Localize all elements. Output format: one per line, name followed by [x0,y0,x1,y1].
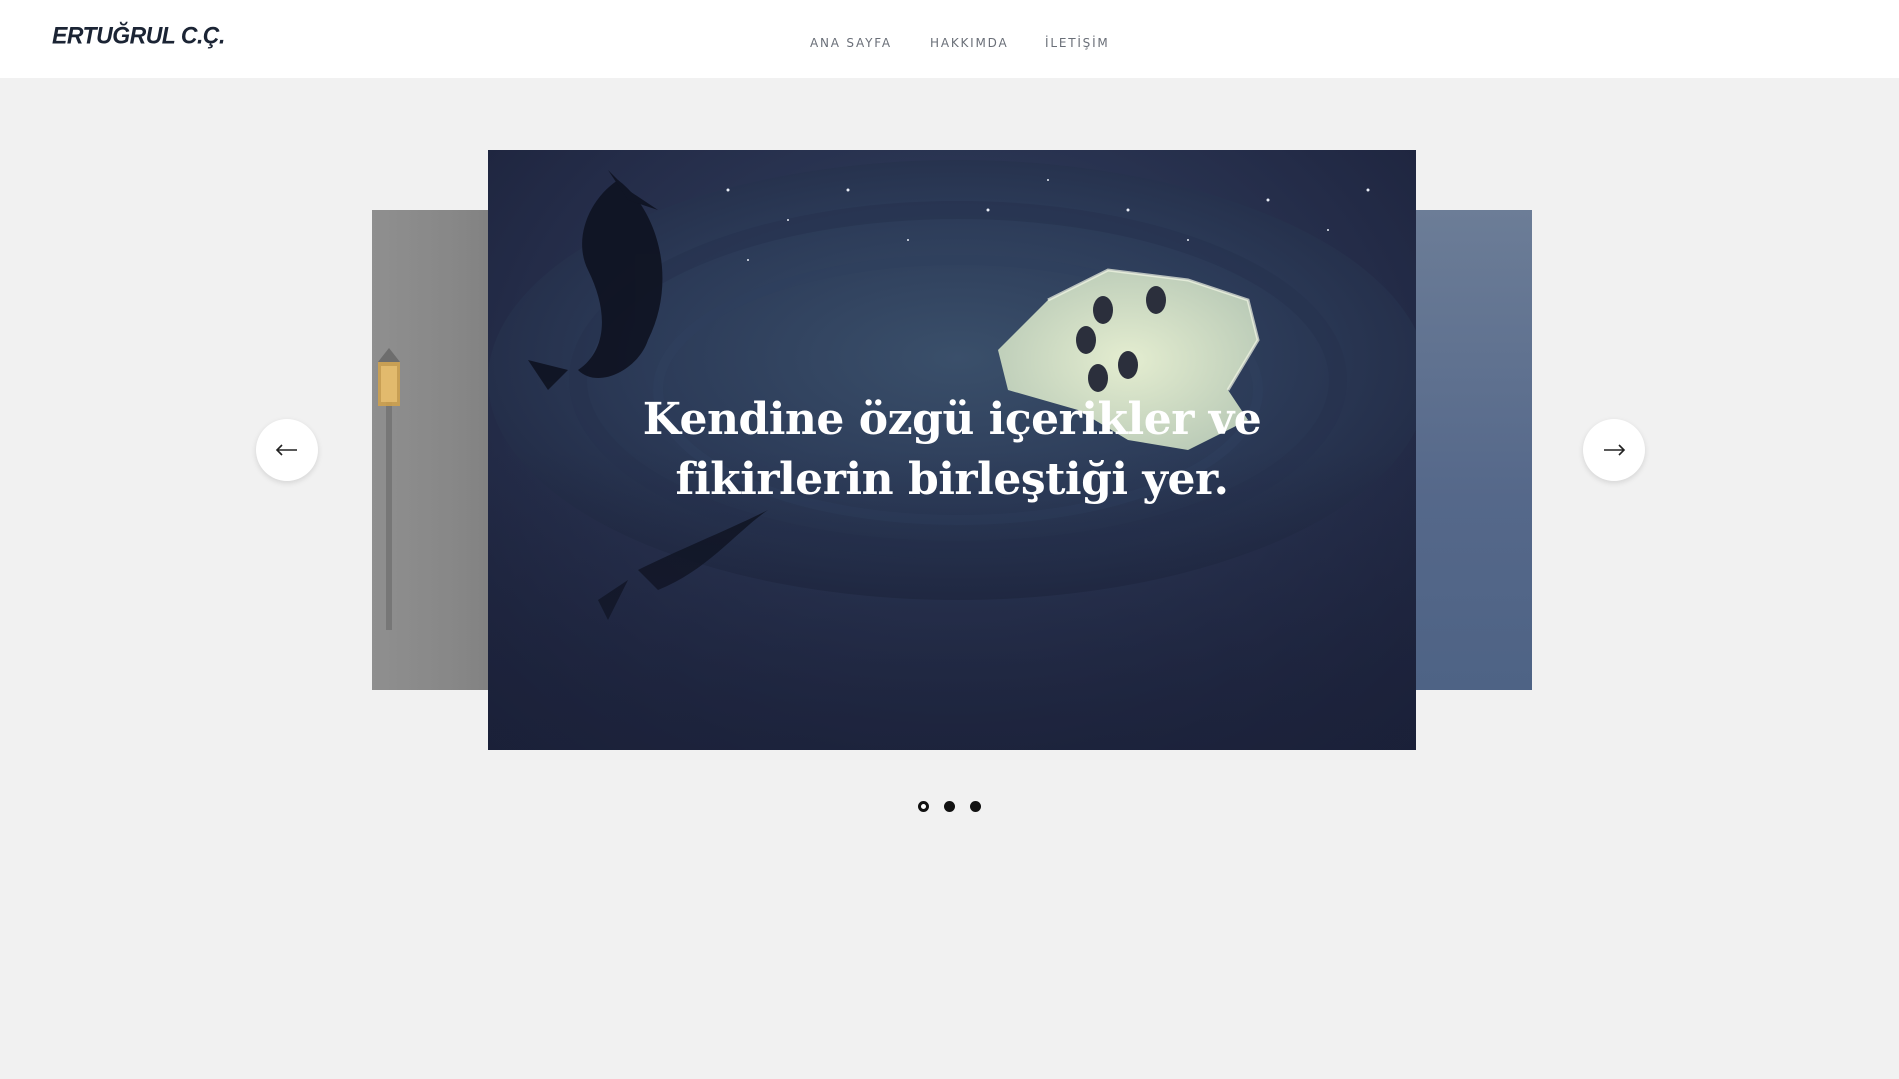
pagination-dot-2[interactable] [944,801,955,812]
hero-headline: Kendine özgü içerikler ve fikirlerin bir… [488,390,1416,510]
arrow-right-icon [1604,444,1626,456]
nav-link-about[interactable]: HAKKIMDA [930,36,1009,50]
prev-slide-button[interactable] [256,419,318,481]
site-header: ERTUĞRUL C.Ç. ANA SAYFA HAKKIMDA İLETİŞİ… [0,0,1899,78]
street-lamp-illustration [378,348,400,630]
pagination-dot-1[interactable] [918,801,929,812]
hero-headline-line-1: Kendine özgü içerikler ve [642,394,1262,445]
slide-active[interactable]: Kendine özgü içerikler ve fikirlerin bir… [488,150,1416,750]
nav-link-contact[interactable]: İLETİŞİM [1045,36,1110,50]
next-slide-button[interactable] [1583,419,1645,481]
hero-headline-line-2: fikirlerin birleştiği yer. [675,454,1229,505]
arrow-left-icon [275,444,297,456]
slider-pagination [918,801,981,812]
pagination-dot-3[interactable] [970,801,981,812]
site-logo[interactable]: ERTUĞRUL C.Ç. [52,21,225,49]
nav-link-home[interactable]: ANA SAYFA [810,36,892,50]
